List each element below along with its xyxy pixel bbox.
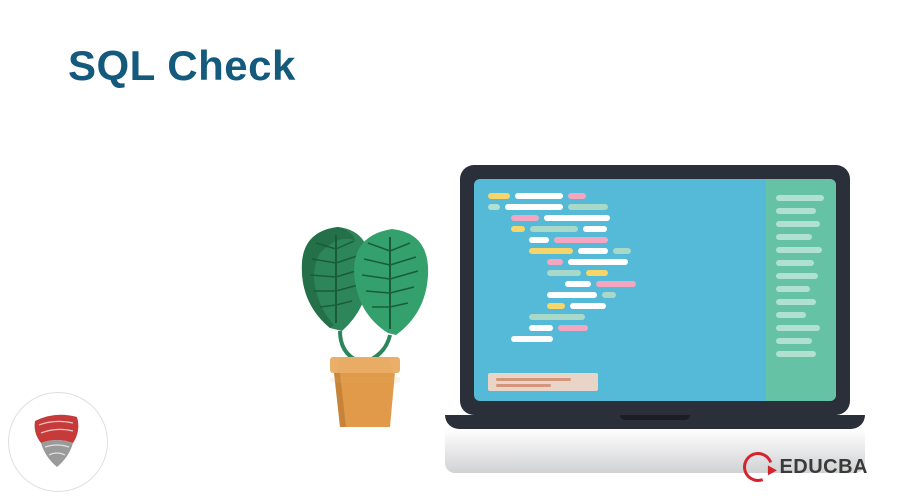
minimap-panel [766, 179, 836, 401]
minimap-line [776, 195, 824, 201]
code-line [488, 325, 756, 331]
educba-logo: EDUCBA [743, 452, 868, 482]
page-title: SQL Check [68, 42, 296, 90]
educba-play-icon [739, 447, 779, 487]
code-line [488, 237, 756, 243]
plant-reflection [290, 354, 440, 433]
code-line [488, 248, 756, 254]
minimap-line [776, 221, 820, 227]
laptop-base [445, 415, 865, 429]
minimap-line [776, 325, 820, 331]
minimap-line [776, 247, 822, 253]
code-editor [474, 179, 836, 401]
code-line [488, 259, 756, 265]
code-line [488, 314, 756, 320]
code-line [488, 215, 756, 221]
leaves-icon [302, 227, 428, 361]
minimap-line [776, 286, 810, 292]
code-line [488, 336, 756, 342]
code-line [488, 270, 756, 276]
sql-server-icon [27, 407, 89, 477]
code-line [488, 193, 756, 199]
code-area [474, 179, 766, 401]
code-line [488, 204, 756, 210]
laptop-illustration [460, 165, 850, 429]
minimap-line [776, 208, 816, 214]
code-comment-block [488, 373, 598, 391]
minimap-line [776, 260, 814, 266]
sql-server-badge [8, 392, 108, 492]
laptop-screen [460, 165, 850, 415]
minimap-line [776, 351, 816, 357]
educba-brand-text: EDUCBA [779, 456, 868, 479]
code-line [488, 281, 756, 287]
hero-illustration [290, 165, 850, 475]
minimap-line [776, 338, 812, 344]
minimap-line [776, 273, 818, 279]
code-line [488, 226, 756, 232]
minimap-line [776, 312, 806, 318]
code-line [488, 292, 756, 298]
code-line [488, 303, 756, 309]
minimap-line [776, 299, 816, 305]
minimap-line [776, 234, 812, 240]
